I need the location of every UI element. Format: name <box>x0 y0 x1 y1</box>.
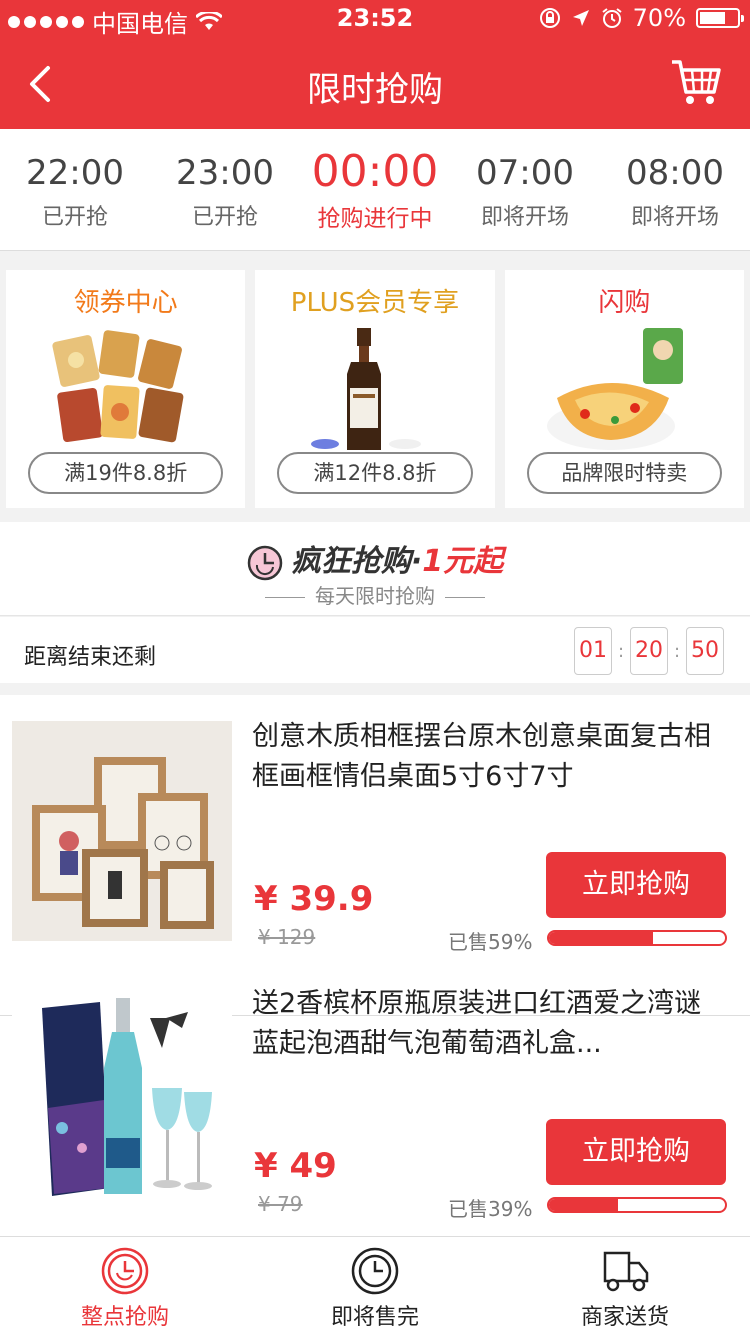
dried-fruit-image <box>52 330 184 443</box>
countdown-timer: 01 : 20 : 50 <box>574 627 724 675</box>
time-tab-0800[interactable]: 08:00 即将开场 <box>600 129 750 250</box>
time-tab-2300[interactable]: 23:00 已开抢 <box>150 129 300 250</box>
card-title: 闪购 <box>598 288 651 318</box>
time-tabs: 22:00 已开抢 23:00 已开抢 00:00 抢购进行中 07:00 即将… <box>0 129 750 251</box>
product-name: 创意木质相框摆台原木创意桌面复古相框画框情侣桌面5寸6寸7寸 <box>252 721 711 792</box>
time-tab-status: 即将开场 <box>480 205 569 230</box>
countdown-seconds: 50 <box>686 627 724 675</box>
time-tab-0000-active[interactable]: 00:00 抢购进行中 <box>300 129 450 250</box>
delivery-truck-icon <box>603 1251 649 1292</box>
time-tab-0700[interactable]: 07:00 即将开场 <box>450 129 600 250</box>
bottom-nav-selling-out[interactable]: 即将售完 <box>250 1237 500 1334</box>
sold-progress-fill <box>549 1199 618 1211</box>
sold-progress-fill <box>549 932 653 944</box>
sold-progress-bar <box>547 1197 727 1213</box>
banner-subtitle-text: 每天限时抢购 <box>315 584 435 608</box>
buy-now-button[interactable]: 立即抢购 <box>546 852 726 918</box>
product-price: ¥ 39.9 <box>254 879 374 919</box>
battery-fill <box>700 12 726 24</box>
buy-now-button[interactable]: 立即抢购 <box>546 1119 726 1185</box>
product-original-price: ¥ 129 <box>258 925 316 949</box>
flash-sale-page: 中国电信 23:52 70% 限时抢购 22:00 已开抢 23:00 已开抢 … <box>0 0 750 1334</box>
nav-bar: 限时抢购 <box>0 40 750 129</box>
crazy-sale-banner: 疯狂抢购·1元起 每天限时抢购 <box>0 522 750 616</box>
time-tab-status: 已开抢 <box>41 205 108 230</box>
battery-icon <box>696 8 744 28</box>
bottom-nav-label: 商家送货 <box>580 1305 669 1330</box>
coupon-center-card[interactable]: 领券中心 满19件8.8折 <box>6 270 246 508</box>
time-tab-status: 已开抢 <box>191 205 258 230</box>
location-icon <box>572 10 589 26</box>
page-title: 限时抢购 <box>307 70 443 110</box>
banner-highlight: 1元起 <box>422 544 504 579</box>
banner-dot: · <box>410 544 423 579</box>
product-list: 创意木质相框摆台原木创意桌面复古相框画框情侣桌面5寸6寸7寸 ¥ 39.9 ¥ … <box>0 695 750 1236</box>
time-tab-time: 22:00 <box>26 153 124 193</box>
time-tab-time: 08:00 <box>626 153 724 193</box>
timer-icon <box>351 1247 399 1295</box>
status-bar: 中国电信 23:52 70% <box>0 0 750 38</box>
battery-percent: 70% <box>632 4 686 32</box>
countdown-hours: 01 <box>574 627 612 675</box>
countdown-label: 距离结束还剩 <box>24 645 157 670</box>
sold-percent: 已售59% <box>448 930 533 954</box>
top-header: 中国电信 23:52 70% 限时抢购 <box>0 0 750 129</box>
bottom-nav-label: 即将售完 <box>330 1305 419 1330</box>
card-button[interactable]: 满12件8.8折 <box>277 452 473 494</box>
time-tab-status: 抢购进行中 <box>317 206 433 232</box>
card-button[interactable]: 品牌限时特卖 <box>526 452 722 494</box>
product-price: ¥ 49 <box>254 1146 337 1186</box>
clock-icon <box>247 545 283 580</box>
bottom-nav: 整点抢购 即将售完 商家送货 <box>0 1236 750 1334</box>
sold-progress-bar <box>547 930 727 946</box>
bottom-nav-merchant-delivery[interactable]: 商家送货 <box>500 1237 750 1334</box>
rotation-lock-icon <box>539 8 560 28</box>
product-item[interactable]: 送2香槟杯原瓶原装进口红酒爱之湾谜蓝起泡酒甜气泡葡萄酒礼盒... ¥ 49 ¥ … <box>0 962 750 1230</box>
banner-headline-text: 疯狂抢购 <box>290 544 411 579</box>
product-original-price: ¥ 79 <box>258 1192 303 1216</box>
time-tab-2200[interactable]: 22:00 已开抢 <box>0 129 150 250</box>
plus-member-card[interactable]: PLUS会员专享 满12件8.8折 <box>255 270 495 508</box>
countdown-separator: : <box>673 640 681 662</box>
product-name: 送2香槟杯原瓶原装进口红酒爱之湾谜蓝起泡酒甜气泡葡萄酒礼盒... <box>252 988 702 1059</box>
snack-image <box>546 328 683 450</box>
banner-headline: 疯狂抢购·1元起 <box>0 536 750 581</box>
product-item[interactable]: 创意木质相框摆台原木创意桌面复古相框画框情侣桌面5寸6寸7寸 ¥ 39.9 ¥ … <box>0 695 750 963</box>
bottom-nav-hourly-sale[interactable]: 整点抢购 <box>0 1237 250 1334</box>
time-tab-time: 23:00 <box>176 153 274 193</box>
bottom-nav-label: 整点抢购 <box>80 1305 169 1330</box>
status-right: 70% <box>539 4 744 32</box>
flash-buy-card[interactable]: 闪购 品牌限时特卖 <box>504 270 744 508</box>
promo-cards: 领券中心 满19件8.8折 PLUS会员专享 满12件8.8折 闪购 品牌限时特… <box>0 252 750 520</box>
cart-icon[interactable] <box>670 56 722 108</box>
card-button[interactable]: 满19件8.8折 <box>28 452 224 494</box>
time-tab-status: 即将开场 <box>630 205 719 230</box>
card-title: PLUS会员专享 <box>290 288 460 318</box>
sparkling-wine-product-image <box>12 988 232 1208</box>
oil-bottle-image <box>311 328 422 450</box>
countdown-bar: 距离结束还剩 01 : 20 : 50 <box>0 617 750 689</box>
alarm-icon <box>602 8 622 28</box>
banner-subtitle: 每天限时抢购 <box>0 580 750 609</box>
countdown-separator: : <box>617 640 625 662</box>
sold-percent: 已售39% <box>448 1197 533 1221</box>
hourly-clock-icon <box>101 1247 149 1295</box>
card-title: 领券中心 <box>73 288 178 318</box>
countdown-minutes: 20 <box>630 627 668 675</box>
time-tab-time: 00:00 <box>311 146 439 197</box>
photo-frame-product-image <box>12 721 232 941</box>
time-tab-time: 07:00 <box>476 153 574 193</box>
